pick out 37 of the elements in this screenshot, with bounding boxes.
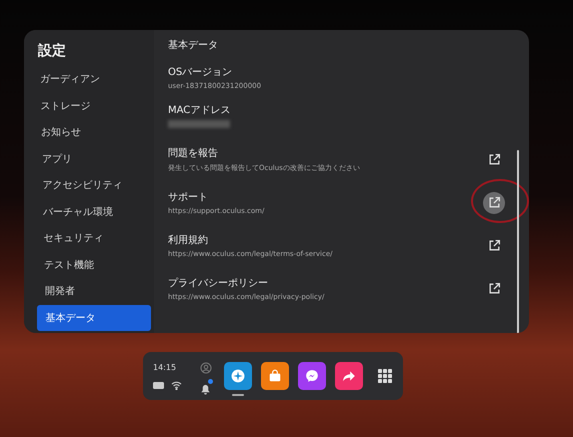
row-title: サポート (168, 191, 209, 204)
external-link-icon (488, 239, 500, 252)
app-icon-button[interactable] (335, 362, 363, 390)
sidebar-item[interactable]: ガーディアン (32, 66, 146, 92)
bell-icon[interactable] (200, 384, 210, 394)
external-link-icon (488, 196, 500, 209)
shopping-bag-icon (268, 369, 282, 383)
sidebar-item[interactable]: お知らせ (33, 119, 148, 146)
blurred-value (168, 120, 230, 128)
user-icon[interactable] (200, 362, 212, 374)
sidebar-item[interactable]: 基本データ (37, 304, 152, 331)
sidebar-item[interactable]: セキュリティ (36, 225, 150, 252)
sidebar-item[interactable]: テスト機能 (36, 252, 150, 278)
settings-title: 設定 (38, 42, 67, 60)
section-title: 基本データ (168, 38, 219, 52)
row-title: 利用規約 (168, 234, 209, 247)
external-link-icon (488, 153, 500, 166)
row-title: 問題を報告 (168, 146, 219, 160)
chat-bubble-icon (305, 369, 319, 383)
app-icon-button[interactable] (261, 362, 289, 390)
compass-icon (231, 369, 245, 383)
wifi-icon (171, 380, 182, 390)
row-title: プライバシーポリシー (168, 276, 269, 290)
external-link-button[interactable] (483, 192, 505, 214)
sidebar-item[interactable]: アクセシビリティ (34, 172, 148, 198)
share-arrow-icon (342, 369, 356, 383)
sidebar-item[interactable]: アプリ (34, 146, 148, 172)
battery-icon (153, 382, 165, 388)
clock-time: 14:15 (153, 363, 178, 372)
sidebar-item[interactable]: 開発者 (36, 278, 151, 304)
app-icon-button[interactable] (298, 362, 326, 390)
row-title: MACアドレス (168, 104, 232, 116)
row-title: OSバージョン (168, 66, 234, 78)
app-grid-icon[interactable] (378, 369, 392, 383)
sidebar-item[interactable]: ストレージ (32, 92, 147, 119)
external-link-icon (488, 282, 500, 295)
sidebar-item[interactable]: バーチャル環境 (35, 198, 149, 225)
